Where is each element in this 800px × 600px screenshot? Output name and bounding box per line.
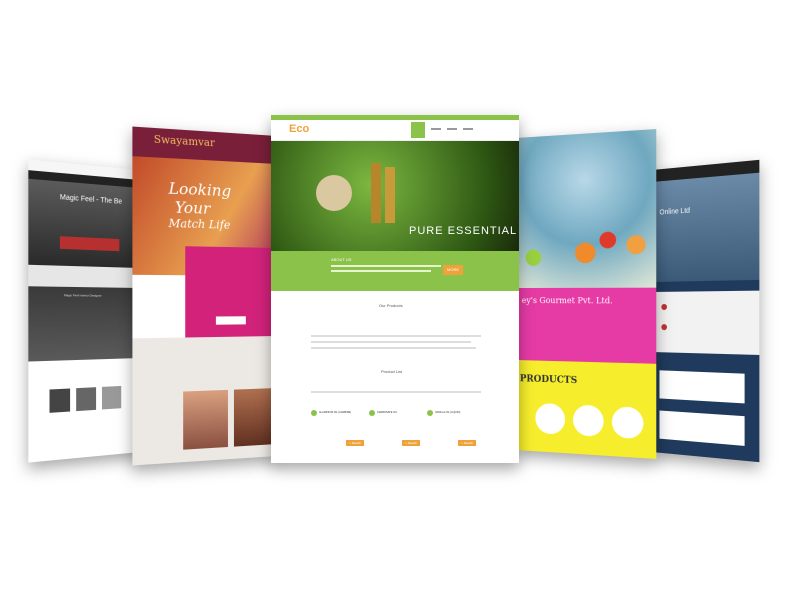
content-area	[652, 290, 760, 355]
logo: Eco	[289, 123, 310, 135]
product-icon	[311, 410, 317, 416]
screenshot-essential-oils-site: Eco PURE ESSENTIAL OILS ABOUT US MORE Ou…	[271, 115, 519, 463]
couple-photo	[233, 388, 274, 447]
hero-line1: Looking	[168, 179, 232, 201]
text-line	[331, 270, 431, 272]
hero-image	[28, 178, 141, 268]
screenshot-interior-site: Magic Feel - The Be Magic Feel Interior …	[28, 159, 141, 463]
band	[28, 264, 141, 288]
product-item: ALUMINIUM OIL (CARBIDE)	[319, 411, 352, 414]
hero-line2: Your	[174, 198, 211, 218]
nav-item-active[interactable]	[411, 122, 425, 138]
thumb	[49, 388, 71, 413]
nav-item[interactable]	[463, 128, 473, 130]
herbal-pouch	[316, 175, 352, 211]
product-details-button[interactable]: > Details	[346, 440, 364, 446]
products-label: PRODUCTS	[519, 374, 578, 387]
hero-line3: Match Life	[168, 216, 231, 232]
feature-icon	[661, 324, 667, 331]
fruit-orange	[575, 242, 596, 264]
thumb	[76, 387, 97, 412]
about-more-button[interactable]: MORE	[443, 265, 463, 275]
product-details-button[interactable]: > Details	[458, 440, 476, 446]
card-button[interactable]	[215, 316, 246, 325]
section-products: Our Products	[379, 303, 403, 308]
product-icon	[427, 410, 433, 416]
caption-small: Magic Feel Interior Designer	[63, 293, 102, 298]
text-line	[331, 265, 441, 267]
product-icon	[369, 410, 375, 416]
nav-item[interactable]	[447, 128, 457, 130]
product-circle[interactable]	[573, 404, 604, 437]
product-details-button[interactable]: > Details	[402, 440, 420, 446]
product-circle[interactable]	[535, 402, 566, 435]
room-image	[28, 286, 141, 362]
nav-item[interactable]	[431, 128, 441, 130]
text-line	[311, 335, 481, 337]
product-item: VANILLA OIL (LIQUID)	[435, 411, 461, 414]
screenshot-matrimony-site: Swayamvar Looking Your Match Life	[132, 126, 277, 466]
company-title: ey's Gourmet Pvt. Ltd.	[521, 296, 613, 306]
fruit-lime	[525, 249, 542, 266]
screenshot-dark-site: Online Ltd	[652, 159, 760, 463]
product-item: CARBONATE OIL	[377, 411, 398, 414]
hero-image	[652, 172, 760, 282]
oil-bottle	[371, 163, 381, 223]
hero-text: PURE ESSENTIAL OILS	[409, 225, 519, 237]
screenshot-gourmet-site: ey's Gourmet Pvt. Ltd. PRODUCTS	[516, 129, 657, 459]
couple-photo	[183, 389, 228, 450]
oil-bottle	[385, 167, 395, 223]
about-title: ABOUT US	[331, 257, 352, 262]
text-line	[311, 391, 481, 393]
text-line	[311, 347, 476, 349]
text-line	[311, 341, 471, 343]
thumb	[101, 385, 122, 410]
sofa-shape	[59, 236, 120, 252]
section-list: Product List	[381, 369, 403, 374]
feature-icon	[661, 303, 667, 310]
card	[659, 370, 745, 404]
